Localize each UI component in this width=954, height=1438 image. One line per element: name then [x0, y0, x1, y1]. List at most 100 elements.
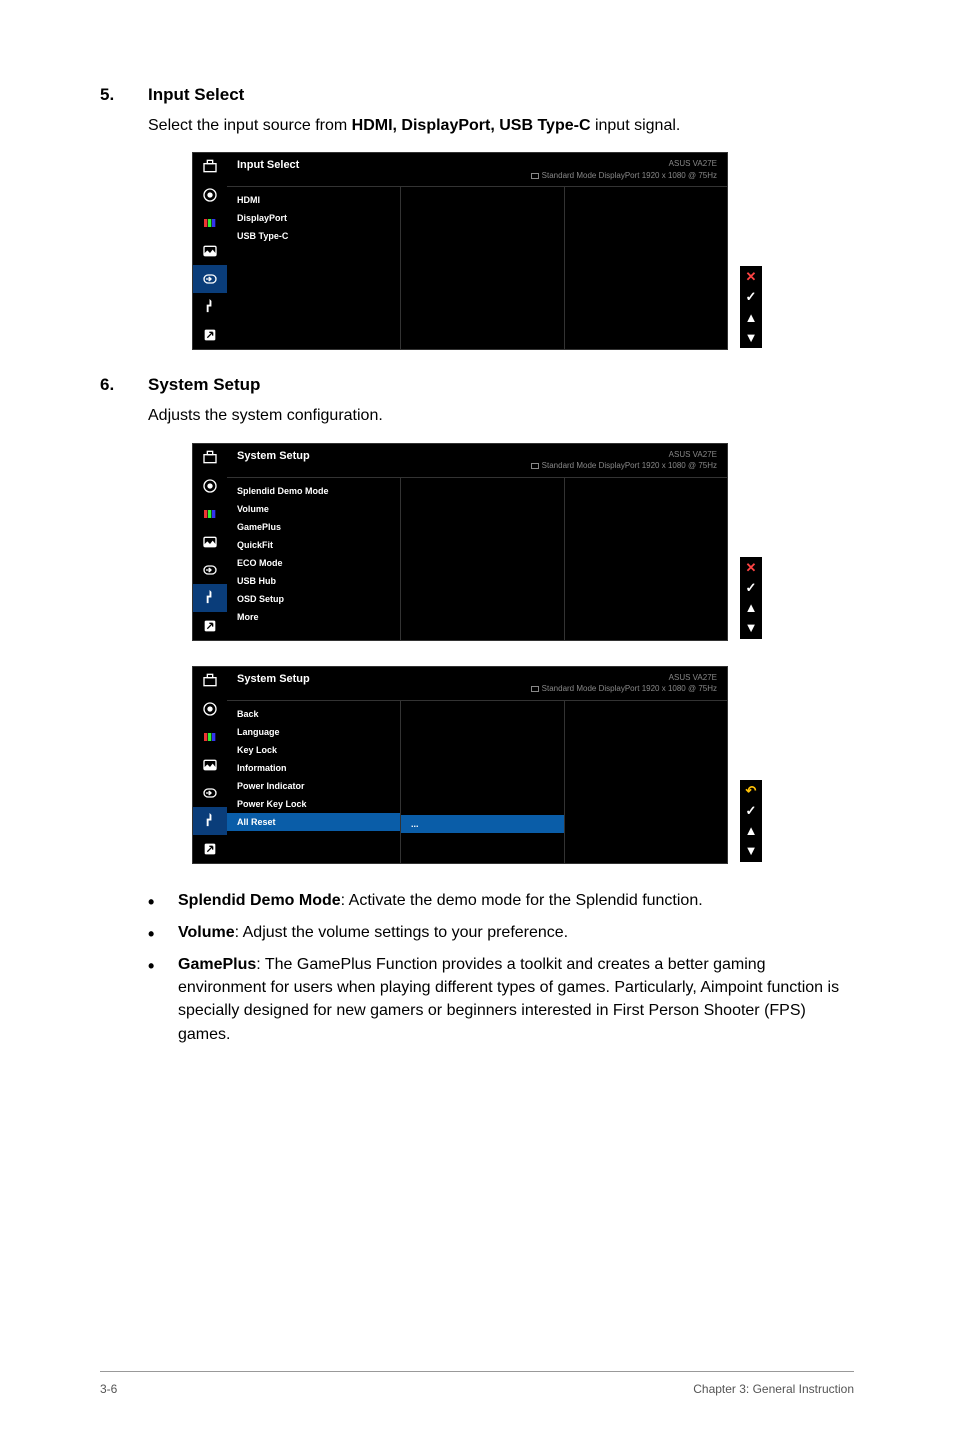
bullet-volume: • Volume: Adjust the volume settings to …	[148, 921, 854, 947]
close-icon[interactable]: ✕	[742, 559, 760, 577]
color-icon[interactable]	[193, 723, 227, 751]
menu-power-key-lock[interactable]: Power Key Lock	[227, 795, 400, 813]
all-reset-value[interactable]: ...	[401, 815, 564, 833]
bullet-marker: •	[148, 921, 178, 947]
bullets: • Splendid Demo Mode: Activate the demo …	[148, 889, 854, 1046]
menu-osd-setup[interactable]: OSD Setup	[227, 590, 400, 608]
menu-key-lock[interactable]: Key Lock	[227, 741, 400, 759]
osd-brand: ASUS VA27E	[531, 450, 717, 460]
shortcut-icon[interactable]	[193, 612, 227, 640]
menu-back[interactable]: Back	[227, 705, 400, 723]
body-bold: HDMI, DisplayPort, USB Type-C	[352, 117, 591, 134]
shortcut-icon[interactable]	[193, 835, 227, 863]
back-icon[interactable]: ↶	[742, 782, 760, 800]
bullet-marker: •	[148, 889, 178, 915]
down-icon[interactable]: ▼	[742, 842, 760, 860]
page-number: 3-6	[100, 1382, 117, 1396]
monitor-icon	[531, 173, 539, 179]
image-icon[interactable]	[193, 237, 227, 265]
image-icon[interactable]	[193, 528, 227, 556]
bullet-desc: : Activate the demo mode for the Splendi…	[341, 892, 703, 909]
menu-gameplus[interactable]: GamePlus	[227, 518, 400, 536]
image-icon[interactable]	[193, 751, 227, 779]
osd-sidebar	[193, 153, 227, 349]
osd-system-setup-2: System Setup ASUS VA27E Standard Mode Di…	[192, 666, 728, 864]
osd-brand: ASUS VA27E	[531, 159, 717, 169]
close-icon[interactable]: ✕	[742, 268, 760, 286]
eyecare-icon[interactable]	[193, 181, 227, 209]
up-icon[interactable]: ▲	[742, 822, 760, 840]
menu-volume[interactable]: Volume	[227, 500, 400, 518]
osd-panel1	[401, 478, 565, 640]
section-6-heading: 6. System Setup	[100, 375, 854, 395]
bullet-desc: : Adjust the volume settings to your pre…	[235, 924, 569, 941]
shortcut-icon[interactable]	[193, 321, 227, 349]
input-icon[interactable]	[193, 779, 227, 807]
section-5-body: Select the input source from HDMI, Displ…	[148, 115, 854, 137]
menu-displayport[interactable]: DisplayPort	[227, 209, 400, 227]
up-icon[interactable]: ▲	[742, 308, 760, 326]
eyecare-icon[interactable]	[193, 695, 227, 723]
menu-all-reset[interactable]: All Reset	[227, 813, 400, 831]
monitor-icon	[531, 686, 539, 692]
chapter-label: Chapter 3: General Instruction	[693, 1382, 854, 1396]
osd-menu: HDMI DisplayPort USB Type-C	[227, 187, 401, 349]
osd-panel2	[565, 478, 728, 640]
page-footer: 3-6 Chapter 3: General Instruction	[100, 1371, 854, 1396]
osd-title: Input Select	[237, 159, 531, 171]
section-6-body: Adjusts the system configuration.	[148, 405, 854, 427]
osd-header-right: ASUS VA27E Standard Mode DisplayPort 192…	[531, 673, 717, 695]
bullet-label: Volume	[178, 924, 235, 941]
input-icon[interactable]	[193, 265, 227, 293]
menu-information[interactable]: Information	[227, 759, 400, 777]
color-icon[interactable]	[193, 209, 227, 237]
splendid-icon[interactable]	[193, 153, 227, 181]
menu-usb-hub[interactable]: USB Hub	[227, 572, 400, 590]
menu-power-indicator[interactable]: Power Indicator	[227, 777, 400, 795]
menu-eco-mode[interactable]: ECO Mode	[227, 554, 400, 572]
check-icon[interactable]: ✓	[742, 579, 760, 597]
osd-header-right: ASUS VA27E Standard Mode DisplayPort 192…	[531, 159, 717, 181]
osd-menu: Splendid Demo Mode Volume GamePlus Quick…	[227, 478, 401, 640]
settings-icon[interactable]	[193, 293, 227, 321]
section-5-heading: 5. Input Select	[100, 85, 854, 105]
input-icon[interactable]	[193, 556, 227, 584]
osd-status: Standard Mode DisplayPort 1920 x 1080 @ …	[542, 171, 717, 180]
bullet-gameplus: • GamePlus: The GamePlus Function provid…	[148, 953, 854, 1046]
osd-panel1	[401, 187, 565, 349]
osd-title: System Setup	[237, 450, 531, 462]
menu-language[interactable]: Language	[227, 723, 400, 741]
check-icon[interactable]: ✓	[742, 288, 760, 306]
menu-splendid-demo[interactable]: Splendid Demo Mode	[227, 482, 400, 500]
osd-system-setup-1-wrapper: System Setup ASUS VA27E Standard Mode Di…	[100, 443, 854, 641]
down-icon[interactable]: ▼	[742, 619, 760, 637]
color-icon[interactable]	[193, 500, 227, 528]
up-icon[interactable]: ▲	[742, 599, 760, 617]
osd-panel2	[565, 187, 728, 349]
section-6-title: System Setup	[148, 375, 260, 395]
settings-icon[interactable]	[193, 584, 227, 612]
settings-icon[interactable]	[193, 807, 227, 835]
splendid-icon[interactable]	[193, 444, 227, 472]
check-icon[interactable]: ✓	[742, 802, 760, 820]
menu-more[interactable]: More	[227, 608, 400, 626]
menu-quickfit[interactable]: QuickFit	[227, 536, 400, 554]
osd-header: System Setup ASUS VA27E Standard Mode Di…	[227, 444, 727, 478]
body-suffix: input signal.	[591, 117, 681, 134]
eyecare-icon[interactable]	[193, 472, 227, 500]
osd-legend: ✕ ✓ ▲ ▼	[740, 266, 762, 348]
bullet-splendid: • Splendid Demo Mode: Activate the demo …	[148, 889, 854, 915]
osd-legend: ↶ ✓ ▲ ▼	[740, 780, 762, 862]
osd-input-select-wrapper: Input Select ASUS VA27E Standard Mode Di…	[100, 152, 854, 350]
body-prefix: Select the input source from	[148, 117, 352, 134]
osd-status: Standard Mode DisplayPort 1920 x 1080 @ …	[542, 684, 717, 693]
osd-menu: Back Language Key Lock Information Power…	[227, 701, 401, 863]
bullet-desc: : The GamePlus Function provides a toolk…	[178, 956, 839, 1043]
menu-usb-type-c[interactable]: USB Type-C	[227, 227, 400, 245]
osd-sidebar	[193, 667, 227, 863]
down-icon[interactable]: ▼	[742, 328, 760, 346]
menu-hdmi[interactable]: HDMI	[227, 191, 400, 209]
monitor-icon	[531, 463, 539, 469]
osd-sidebar	[193, 444, 227, 640]
splendid-icon[interactable]	[193, 667, 227, 695]
